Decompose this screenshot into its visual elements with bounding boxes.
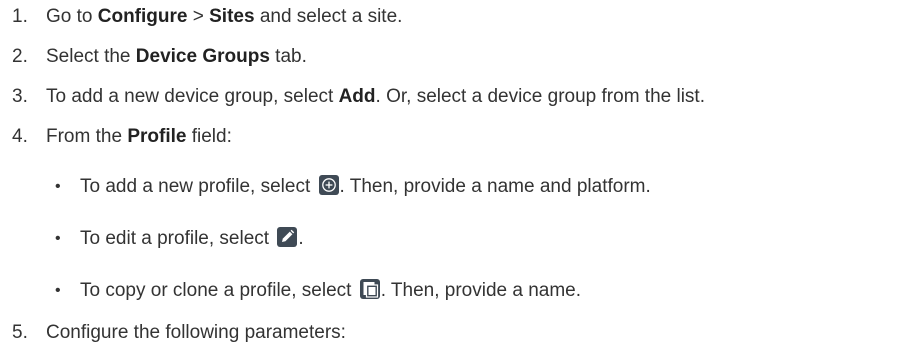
add-button-label: Add [338, 86, 376, 107]
bullet-text: To edit a profile, select . [80, 227, 304, 249]
menu-configure: Configure [97, 6, 188, 27]
pencil-edit-icon [277, 227, 298, 247]
menu-sites: Sites [209, 6, 255, 27]
step-text: From the Profile field: [46, 126, 232, 147]
profile-field-label: Profile [127, 126, 187, 147]
step-number: 5. [12, 322, 28, 343]
step-number: 2. [12, 46, 28, 67]
bullet-marker: • [55, 282, 61, 299]
instruction-document: 1. Go to Configure > Sites and select a … [0, 0, 918, 350]
step-number: 4. [12, 126, 28, 147]
step-text: Go to Configure > Sites and select a sit… [46, 6, 403, 27]
bullet-marker: • [55, 230, 61, 247]
step-text: Select the Device Groups tab. [46, 46, 307, 67]
add-circle-icon [318, 175, 339, 195]
tab-device-groups: Device Groups [135, 46, 270, 67]
step-number: 1. [12, 6, 28, 27]
step-text: To add a new device group, select Add. O… [46, 86, 705, 107]
bullet-text: To copy or clone a profile, select . The… [80, 279, 582, 301]
bullet-text: To add a new profile, select . Then, pro… [80, 175, 651, 197]
bullet-marker: • [55, 178, 61, 195]
step-text: Configure the following parameters: [46, 322, 346, 343]
step-number: 3. [12, 86, 28, 107]
copy-clone-icon [359, 279, 380, 299]
